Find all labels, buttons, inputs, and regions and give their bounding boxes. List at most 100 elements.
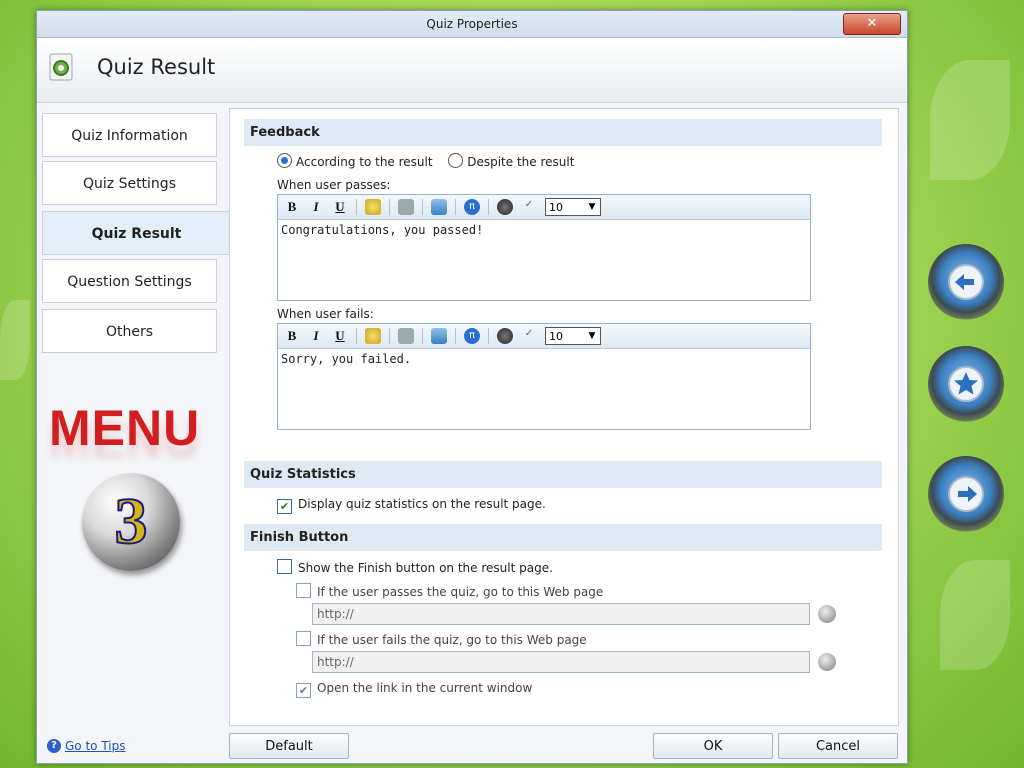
italic-button[interactable]: I xyxy=(308,199,324,215)
toolbar-separator xyxy=(455,199,456,215)
ball-number: 3 xyxy=(114,485,149,558)
current-window-option: ✔ Open the link in the current window xyxy=(296,681,532,698)
insert-image-icon[interactable] xyxy=(431,328,447,344)
radio-according-label: According to the result xyxy=(296,155,433,169)
underline-button[interactable]: U xyxy=(332,328,348,344)
radio-despite-result[interactable] xyxy=(448,153,464,168)
window-title: Quiz Properties xyxy=(426,17,518,31)
toolbar-separator xyxy=(389,199,390,215)
go-to-tips: ? Go to Tips xyxy=(47,739,125,753)
toolbar-separator xyxy=(488,328,489,344)
fail-message-label: When user fails: xyxy=(277,307,374,321)
default-button[interactable]: Default xyxy=(229,733,349,759)
bold-button[interactable]: B xyxy=(284,199,300,215)
radio-despite-label: Despite the result xyxy=(467,155,575,169)
favorite-button[interactable] xyxy=(928,346,1004,422)
pass-message-editor: B I U π ✓ 10 ▼ Congratulations, you passe… xyxy=(277,194,811,301)
background-leaf xyxy=(0,300,30,380)
underline-button[interactable]: U xyxy=(332,199,348,215)
cancel-button[interactable]: Cancel xyxy=(778,733,898,759)
arrow-left-icon xyxy=(948,264,984,300)
fail-link-label: If the user fails the quiz, go to this W… xyxy=(317,633,587,647)
background-leaf xyxy=(930,60,1010,180)
insert-sound-icon[interactable] xyxy=(497,199,513,215)
current-window-label: Open the link in the current window xyxy=(317,681,533,695)
fail-message-text[interactable]: Sorry, you failed. xyxy=(278,349,810,429)
display-statistics-checkbox[interactable]: ✔ xyxy=(277,499,292,514)
pass-url-input[interactable]: http:// xyxy=(312,603,810,625)
spell-check-icon[interactable]: ✓ xyxy=(521,199,537,215)
insert-sound-icon[interactable] xyxy=(497,328,513,344)
page-title: Quiz Result xyxy=(97,55,216,79)
pass-link-checkbox[interactable] xyxy=(296,583,311,598)
insert-image-icon[interactable] xyxy=(431,199,447,215)
star-icon xyxy=(948,366,984,402)
chevron-down-icon: ▼ xyxy=(588,202,596,212)
fail-link-option: If the user fails the quiz, go to this W… xyxy=(296,631,587,647)
font-size-select[interactable]: 10 ▼ xyxy=(545,327,601,345)
current-window-checkbox[interactable]: ✔ xyxy=(296,683,311,698)
sidebar-item-quiz-result[interactable]: Quiz Result xyxy=(42,211,230,255)
quiz-properties-window: Quiz Properties ✕ Quiz Result Quiz Infor… xyxy=(36,10,908,764)
fail-editor-toolbar: B I U π ✓ 10 ▼ xyxy=(278,324,810,349)
pass-link-label: If the user passes the quiz, go to this … xyxy=(317,585,604,599)
pass-link-option: If the user passes the quiz, go to this … xyxy=(296,583,603,599)
insert-link-icon[interactable] xyxy=(398,199,414,215)
toolbar-separator xyxy=(356,199,357,215)
display-statistics-option: ✔ Display quiz statistics on the result p… xyxy=(277,497,546,514)
finish-button-heading: Finish Button xyxy=(244,524,882,551)
window-titlebar: Quiz Properties ✕ xyxy=(37,11,907,38)
bold-button[interactable]: B xyxy=(284,328,300,344)
italic-button[interactable]: I xyxy=(308,328,324,344)
display-statistics-label: Display quiz statistics on the result pa… xyxy=(298,497,546,511)
browse-url-icon[interactable] xyxy=(818,653,836,671)
show-finish-option: Show the Finish button on the result pag… xyxy=(277,559,553,575)
radio-according-to-result[interactable] xyxy=(277,153,292,168)
go-to-tips-link[interactable]: Go to Tips xyxy=(65,739,125,753)
pass-editor-toolbar: B I U π ✓ 10 ▼ xyxy=(278,195,810,220)
insert-formula-icon[interactable]: π xyxy=(464,328,480,344)
toolbar-separator xyxy=(422,328,423,344)
content-panel: Feedback According to the result Despite… xyxy=(229,108,899,726)
insert-formula-icon[interactable]: π xyxy=(464,199,480,215)
help-icon: ? xyxy=(47,739,61,753)
close-button[interactable]: ✕ xyxy=(843,13,901,35)
toolbar-separator xyxy=(422,199,423,215)
font-color-icon[interactable] xyxy=(365,328,381,344)
show-finish-label: Show the Finish button on the result pag… xyxy=(298,561,553,575)
sidebar-item-others[interactable]: Others xyxy=(42,309,217,353)
toolbar-separator xyxy=(389,328,390,344)
ok-button[interactable]: OK xyxy=(653,733,773,759)
number-ball: 3 xyxy=(82,473,180,571)
font-size-value: 10 xyxy=(549,200,563,214)
font-color-icon[interactable] xyxy=(365,199,381,215)
fail-url-input[interactable]: http:// xyxy=(312,651,810,673)
forward-button[interactable] xyxy=(928,456,1004,532)
pass-message-label: When user passes: xyxy=(277,178,391,192)
arrow-right-icon xyxy=(948,476,984,512)
show-finish-checkbox[interactable] xyxy=(277,559,292,574)
feedback-mode-radios: According to the result Despite the resu… xyxy=(277,153,574,169)
menu-overlay-text: MENU xyxy=(49,400,201,456)
page-header: Quiz Result xyxy=(37,38,907,103)
toolbar-separator xyxy=(488,199,489,215)
insert-link-icon[interactable] xyxy=(398,328,414,344)
font-size-value: 10 xyxy=(549,329,563,343)
feedback-heading: Feedback xyxy=(244,119,882,146)
toolbar-separator xyxy=(356,328,357,344)
fail-link-checkbox[interactable] xyxy=(296,631,311,646)
back-button[interactable] xyxy=(928,244,1004,320)
background-leaf xyxy=(940,560,1010,670)
sidebar-item-quiz-settings[interactable]: Quiz Settings xyxy=(42,161,217,205)
settings-gear-icon xyxy=(49,53,73,81)
quiz-statistics-heading: Quiz Statistics xyxy=(244,461,882,488)
spell-check-icon[interactable]: ✓ xyxy=(521,328,537,344)
pass-message-text[interactable]: Congratulations, you passed! xyxy=(278,220,810,300)
browse-url-icon[interactable] xyxy=(818,605,836,623)
font-size-select[interactable]: 10 ▼ xyxy=(545,198,601,216)
chevron-down-icon: ▼ xyxy=(588,331,596,341)
sidebar-item-quiz-information[interactable]: Quiz Information xyxy=(42,113,217,157)
fail-message-editor: B I U π ✓ 10 ▼ Sorry, you failed. xyxy=(277,323,811,430)
toolbar-separator xyxy=(455,328,456,344)
sidebar-item-question-settings[interactable]: Question Settings xyxy=(42,259,217,303)
